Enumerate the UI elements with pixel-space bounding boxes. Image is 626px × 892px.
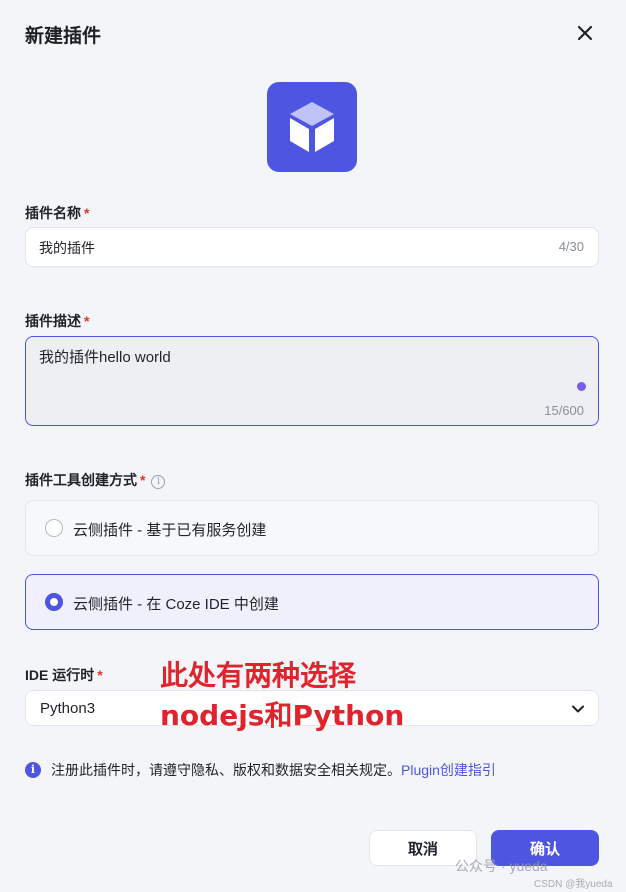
annotation-line-2: nodejs和Python — [160, 699, 405, 732]
required-mark: * — [140, 472, 146, 488]
runtime-value: Python3 — [40, 700, 96, 717]
watermark-text-csdn: CSDN @我yueda — [534, 879, 613, 890]
plugin-guide-link[interactable]: Plugin创建指引 — [401, 760, 496, 780]
close-icon[interactable] — [573, 21, 597, 45]
runtime-label: IDE 运行时 * — [25, 667, 103, 683]
plugin-desc-textarea[interactable]: 我的插件hello world 15/600 — [25, 336, 599, 426]
required-mark: * — [97, 667, 103, 683]
watermark-text: 公众号 · yueda — [455, 858, 548, 874]
assistant-dot-icon — [577, 382, 586, 391]
creation-mode-label: 插件工具创建方式 * i — [25, 470, 166, 490]
plugin-name-label: 插件名称 * — [25, 205, 90, 221]
dialog-title: 新建插件 — [25, 26, 102, 47]
plugin-name-input[interactable]: 我的插件 4/30 — [25, 227, 599, 267]
radio-unchecked[interactable] — [45, 519, 63, 537]
plugin-desc-value: 我的插件hello world — [39, 349, 171, 366]
option-label: 云侧插件 - 在 Coze IDE 中创建 — [73, 596, 279, 613]
radio-checked[interactable] — [45, 593, 63, 611]
annotation-text: 此处有两种选择 nodejs和Python — [160, 656, 404, 736]
required-mark: * — [84, 205, 90, 221]
plugin-desc-label: 插件描述 * — [25, 313, 90, 329]
option-existing-service[interactable]: 云侧插件 - 基于已有服务创建 — [25, 500, 599, 556]
compliance-notice: i 注册此插件时，请遵守隐私、版权和数据安全相关规定。 Plugin创建指引 — [25, 760, 496, 780]
info-filled-icon: i — [25, 762, 41, 778]
required-mark: * — [84, 313, 90, 329]
option-label: 云侧插件 - 基于已有服务创建 — [73, 522, 267, 539]
plugin-desc-count: 15/600 — [544, 403, 584, 418]
plugin-avatar[interactable] — [267, 82, 357, 172]
cube-icon — [290, 102, 334, 152]
option-coze-ide[interactable]: 云侧插件 - 在 Coze IDE 中创建 — [25, 574, 599, 630]
notice-text: 注册此插件时，请遵守隐私、版权和数据安全相关规定。 — [51, 762, 401, 778]
plugin-name-count: 4/30 — [558, 239, 584, 254]
plugin-name-value: 我的插件 — [39, 240, 95, 256]
create-plugin-dialog: 新建插件 插件名称 * 我的插件 4/30 插件描述 * 我的插件hello wor… — [0, 0, 626, 892]
chevron-down-icon — [572, 705, 584, 713]
info-icon[interactable]: i — [151, 475, 166, 489]
annotation-line-1: 此处有两种选择 — [160, 659, 357, 692]
